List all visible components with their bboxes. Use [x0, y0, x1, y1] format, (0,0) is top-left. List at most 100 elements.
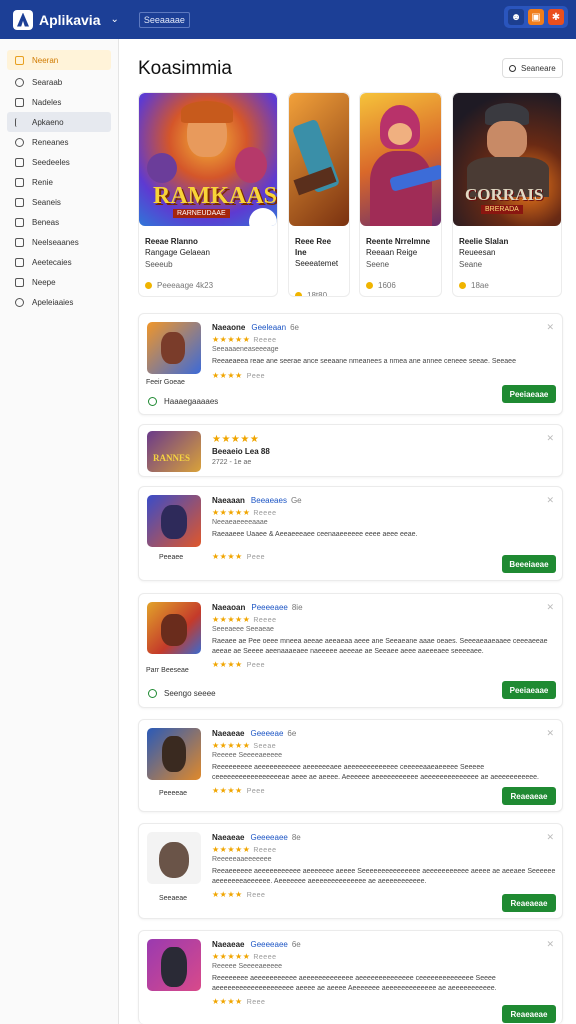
app-card[interactable]: Naeaeae Geeeeaee 6e ★★★★★ Reeee Reeeee Seee… [138, 930, 563, 1024]
sidebar-item-mail[interactable]: Neepe [7, 272, 111, 292]
app-card[interactable]: Feeir Goeae Naeaone Geeleaan 6e ★★★★★ Reeee… [138, 313, 563, 415]
developer-name[interactable]: Reeeeeaaeeeeeee [212, 856, 272, 863]
sidebar-item-label: Renie [32, 177, 53, 187]
star-icon [459, 282, 466, 289]
lock-icon [15, 217, 24, 227]
sidebar-item-check[interactable]: Apeleiaaies [7, 292, 111, 312]
sidebar-item-apps[interactable]: Apkaeno [7, 112, 111, 132]
sidebar-item-box[interactable]: Seaneis [7, 192, 111, 212]
sidebar-item-search[interactable]: Searaab [7, 72, 111, 92]
sidebar-item-lock[interactable]: Beneas [7, 212, 111, 232]
featured-card[interactable]: RAMKAAS RARNEUDAAE Reeae Rlanno Rangage … [138, 92, 278, 297]
developer-name[interactable]: Seeeaeee Seeaeae [212, 626, 274, 633]
check-icon [15, 297, 24, 307]
close-icon[interactable]: ✕ [546, 495, 554, 506]
app-name-text: Naeaoan [212, 603, 246, 612]
sidebar-item-label: Searaab [32, 77, 63, 87]
app-thumbnail: RANNES [147, 431, 201, 472]
window-icon [15, 97, 24, 107]
featured-meta: 1606 [366, 281, 435, 290]
mail-icon [15, 277, 24, 287]
app-version: 8ie [291, 603, 303, 612]
close-icon[interactable]: ✕ [546, 832, 554, 843]
app-description: Raeaaeee Uaaee & Aeeaeeeaee ceenaaeeeeee… [212, 531, 418, 538]
sidebar-item-home-alt[interactable]: Renie [7, 172, 111, 192]
featured-name: Reee Ree Ine [295, 237, 332, 257]
image-icon[interactable]: ▣ [528, 9, 544, 25]
app-card[interactable]: Parr Beeseae Naeaoan Peeeeaee 8ie ★★★★★ Ree… [138, 593, 563, 708]
top-bar: Aplikavia ⌄ Seeaaaae ☻ ▣ ✱ [0, 0, 576, 39]
rating-stars: ★★★★★ [212, 434, 260, 445]
user-icon[interactable]: ☻ [508, 9, 524, 25]
featured-card[interactable]: Reente Nrrelmne Reeaan Reige Seene 1606 [359, 92, 442, 297]
calendar-icon [15, 257, 24, 267]
sidebar-item-label: Aeetecaies [32, 257, 72, 267]
face-shape [388, 123, 412, 145]
sidebar-item-ribbon[interactable]: Reneanes [7, 132, 111, 152]
app-category[interactable]: Beeaeaes [251, 496, 287, 505]
rating-count: Peee [246, 662, 266, 669]
rating-text: Reeee [253, 617, 277, 624]
sidebar-item-home[interactable]: Neeran [7, 50, 111, 70]
close-icon[interactable]: ✕ [546, 322, 554, 333]
puzzle-icon[interactable]: ✱ [548, 9, 564, 25]
app-category[interactable]: Geeleaan [251, 323, 286, 332]
check-icon [148, 689, 157, 698]
rating-text: Reeee [253, 337, 277, 344]
breadcrumb[interactable]: Seeaaaae [138, 11, 190, 28]
sidebar-item-list[interactable]: Neelseaanes [7, 232, 111, 252]
artwork-subtitle: RARNEUDAAE [173, 209, 230, 218]
app-description: Reeaeaeea reae ane seerae ance seeaane n… [212, 358, 516, 365]
featured-name-line2: Rangage Gelaean [145, 248, 210, 257]
home-alt-icon [15, 177, 24, 187]
app-card[interactable]: Peeaee Naeaaan Beeaeaes Ge ★★★★★ Reeee Neea… [138, 486, 563, 581]
app-card[interactable]: RANNES ★★★★★ Beeaeio Lea 88 2722 - 1e ae… [138, 424, 563, 477]
app-category[interactable]: Geeeeaee [250, 940, 287, 949]
featured-card[interactable]: Reee Ree Ine Seeeatemet 18t80 [288, 92, 350, 297]
close-icon[interactable]: ✕ [546, 728, 554, 739]
thumbnail-caption: Peeeeae [159, 790, 188, 797]
sidebar-item-label: Seedeeles [32, 157, 70, 167]
close-icon[interactable]: ✕ [546, 433, 554, 444]
download-button[interactable]: Reaeaeae [502, 1005, 556, 1023]
sidebar-item-window[interactable]: Nadeles [7, 92, 111, 112]
pin-icon [15, 117, 24, 127]
developer-name[interactable]: Beeaeio Lea 88 [212, 447, 270, 456]
developer-name[interactable]: Reeeee Seeeeaeeeee [212, 752, 282, 759]
sidebar: Neeran Searaab Nadeles Apkaeno Reneanes … [0, 39, 119, 1024]
app-category[interactable]: Geeeeae [250, 729, 283, 738]
featured-card[interactable]: CORRAIS BRERADA Reelie Slalan Reueesan S… [452, 92, 562, 297]
artwork-title: RAMKAAS [153, 183, 277, 209]
thumbnail-caption: Feeir Goeae [146, 379, 185, 386]
rating-count: Peee [246, 554, 266, 561]
app-card[interactable]: Peeeeae Naeaeae Geeeeae 6e ★★★★★ Seeae Reee… [138, 719, 563, 812]
developer-name[interactable]: Neeaeaeeeeaaae [212, 519, 268, 526]
rating-text: Reeee [253, 847, 277, 854]
app-category[interactable]: Geeeeaee [250, 833, 287, 842]
app-name: Aplikavia [39, 11, 101, 28]
sidebar-item-grid[interactable]: Seedeeles [7, 152, 111, 172]
download-button[interactable]: Reaeaeae [502, 894, 556, 912]
download-button[interactable]: Peeiaeaae [502, 385, 556, 403]
app-category[interactable]: Peeeeaee [251, 603, 287, 612]
app-thumbnail [147, 602, 201, 654]
app-card[interactable]: Seeaeae Naeaeae Geeeeaee 8e ★★★★★ Reeee Ree… [138, 823, 563, 919]
chevron-down-icon[interactable]: ⌄ [110, 14, 118, 25]
app-name: Naeaeae Geeeeaee 6e [212, 940, 301, 949]
search-button[interactable]: Seaneare [502, 58, 563, 78]
artwork-subtitle: BRERADA [481, 205, 523, 214]
sidebar-item-calendar[interactable]: Aeetecaies [7, 252, 111, 272]
verified-text: Haaaegaaaaes [164, 397, 219, 406]
character-shape [161, 505, 187, 539]
developer-name[interactable]: Reeeee Seeeeaeeeee [212, 963, 282, 970]
download-button[interactable]: Beeeiaeae [502, 555, 556, 573]
featured-subtitle: Seane [459, 260, 483, 269]
download-button[interactable]: Reaeaeae [502, 787, 556, 805]
download-button[interactable]: Peeiaeaae [502, 681, 556, 699]
app-logo[interactable]: Aplikavia [13, 9, 101, 30]
sidebar-item-label: Neelseaanes [32, 237, 79, 247]
featured-subtitle: Seene [366, 260, 390, 269]
close-icon[interactable]: ✕ [546, 602, 554, 613]
developer-name[interactable]: Seeaaaeneaseeeage [212, 346, 279, 353]
close-icon[interactable]: ✕ [546, 939, 554, 950]
